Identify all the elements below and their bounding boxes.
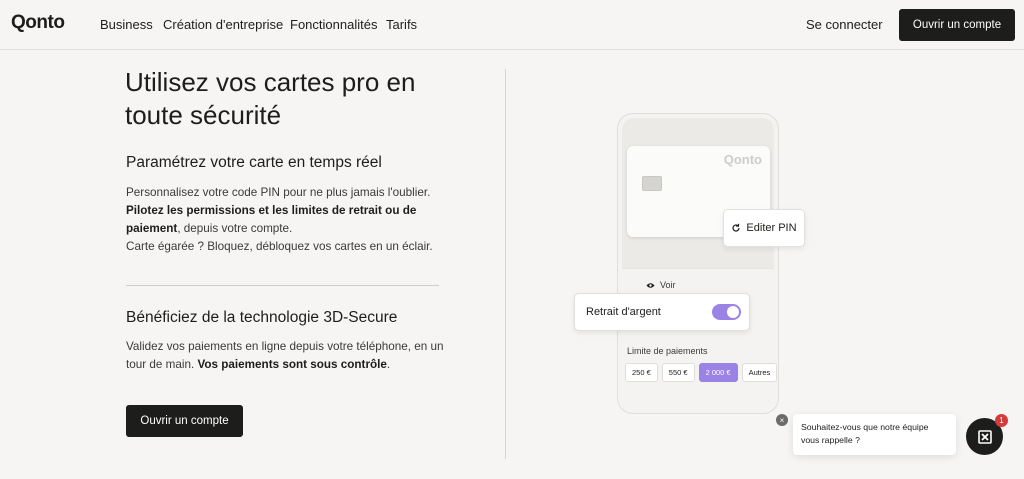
withdrawal-label: Retrait d'argent: [586, 306, 661, 318]
amount-option-2000[interactable]: 2 000 €: [698, 363, 738, 382]
nav-business[interactable]: Business: [100, 17, 153, 32]
payment-limit-label: Limite de paiements: [627, 346, 708, 356]
eye-icon: [646, 282, 655, 288]
withdrawal-toggle[interactable]: [712, 304, 741, 320]
text-account: , depuis votre compte.: [177, 222, 293, 235]
card-settings-panel: [622, 268, 774, 413]
nav-creation-entreprise[interactable]: Création d'entreprise: [163, 17, 283, 32]
site-header: Qonto Business Création d'entreprise Fon…: [0, 0, 1024, 50]
edit-pin-label: Editer PIN: [746, 222, 797, 234]
open-account-button-header[interactable]: Ouvrir un compte: [899, 9, 1015, 41]
section-text-realtime: Personnalisez votre code PIN pour ne plu…: [126, 184, 456, 256]
payment-limit-options: 250 € 550 € 2 000 € Autres: [625, 363, 778, 382]
section-title-3dsecure: Bénéficiez de la technologie 3D-Secure: [126, 309, 398, 326]
text-lost-card: Carte égarée ? Bloquez, débloquez vos ca…: [126, 240, 433, 253]
section-divider: [126, 285, 439, 286]
amount-option-250[interactable]: 250 €: [625, 363, 658, 382]
card-chip-icon: [642, 176, 662, 191]
chat-notification-badge: 1: [995, 414, 1008, 427]
vertical-divider: [505, 69, 506, 459]
text-control-bold: Vos paiements sont sous contrôle: [197, 358, 387, 371]
card-logo: Qonto: [723, 152, 762, 167]
withdrawal-toggle-row: Retrait d'argent: [574, 293, 750, 331]
show-details-label: Voir: [660, 280, 676, 290]
text-pin: Personnalisez votre code PIN pour ne plu…: [126, 186, 431, 199]
amount-option-550[interactable]: 550 €: [661, 363, 695, 382]
section-title-realtime: Paramétrez votre carte en temps réel: [126, 154, 382, 171]
page-title: Utilisez vos cartes pro en toute sécurit…: [125, 67, 416, 130]
refresh-icon: [732, 223, 741, 232]
amount-option-other[interactable]: Autres: [741, 363, 778, 382]
chat-close-button[interactable]: ×: [776, 414, 788, 426]
nav-tarifs[interactable]: Tarifs: [386, 17, 417, 32]
toggle-knob: [727, 306, 739, 318]
show-details-link[interactable]: Voir: [646, 280, 676, 290]
chat-callback-message[interactable]: Souhaitez-vous que notre équipe vous rap…: [793, 414, 956, 455]
text-period: .: [386, 358, 391, 371]
section-text-3dsecure: Validez vos paiements en ligne depuis vo…: [126, 338, 446, 374]
open-account-button[interactable]: Ouvrir un compte: [126, 405, 243, 437]
edit-pin-button[interactable]: Editer PIN: [723, 209, 805, 247]
login-link[interactable]: Se connecter: [806, 17, 883, 32]
chat-icon: [977, 429, 992, 444]
nav-fonctionnalites[interactable]: Fonctionnalités: [290, 17, 377, 32]
qonto-logo[interactable]: Qonto: [11, 12, 65, 34]
